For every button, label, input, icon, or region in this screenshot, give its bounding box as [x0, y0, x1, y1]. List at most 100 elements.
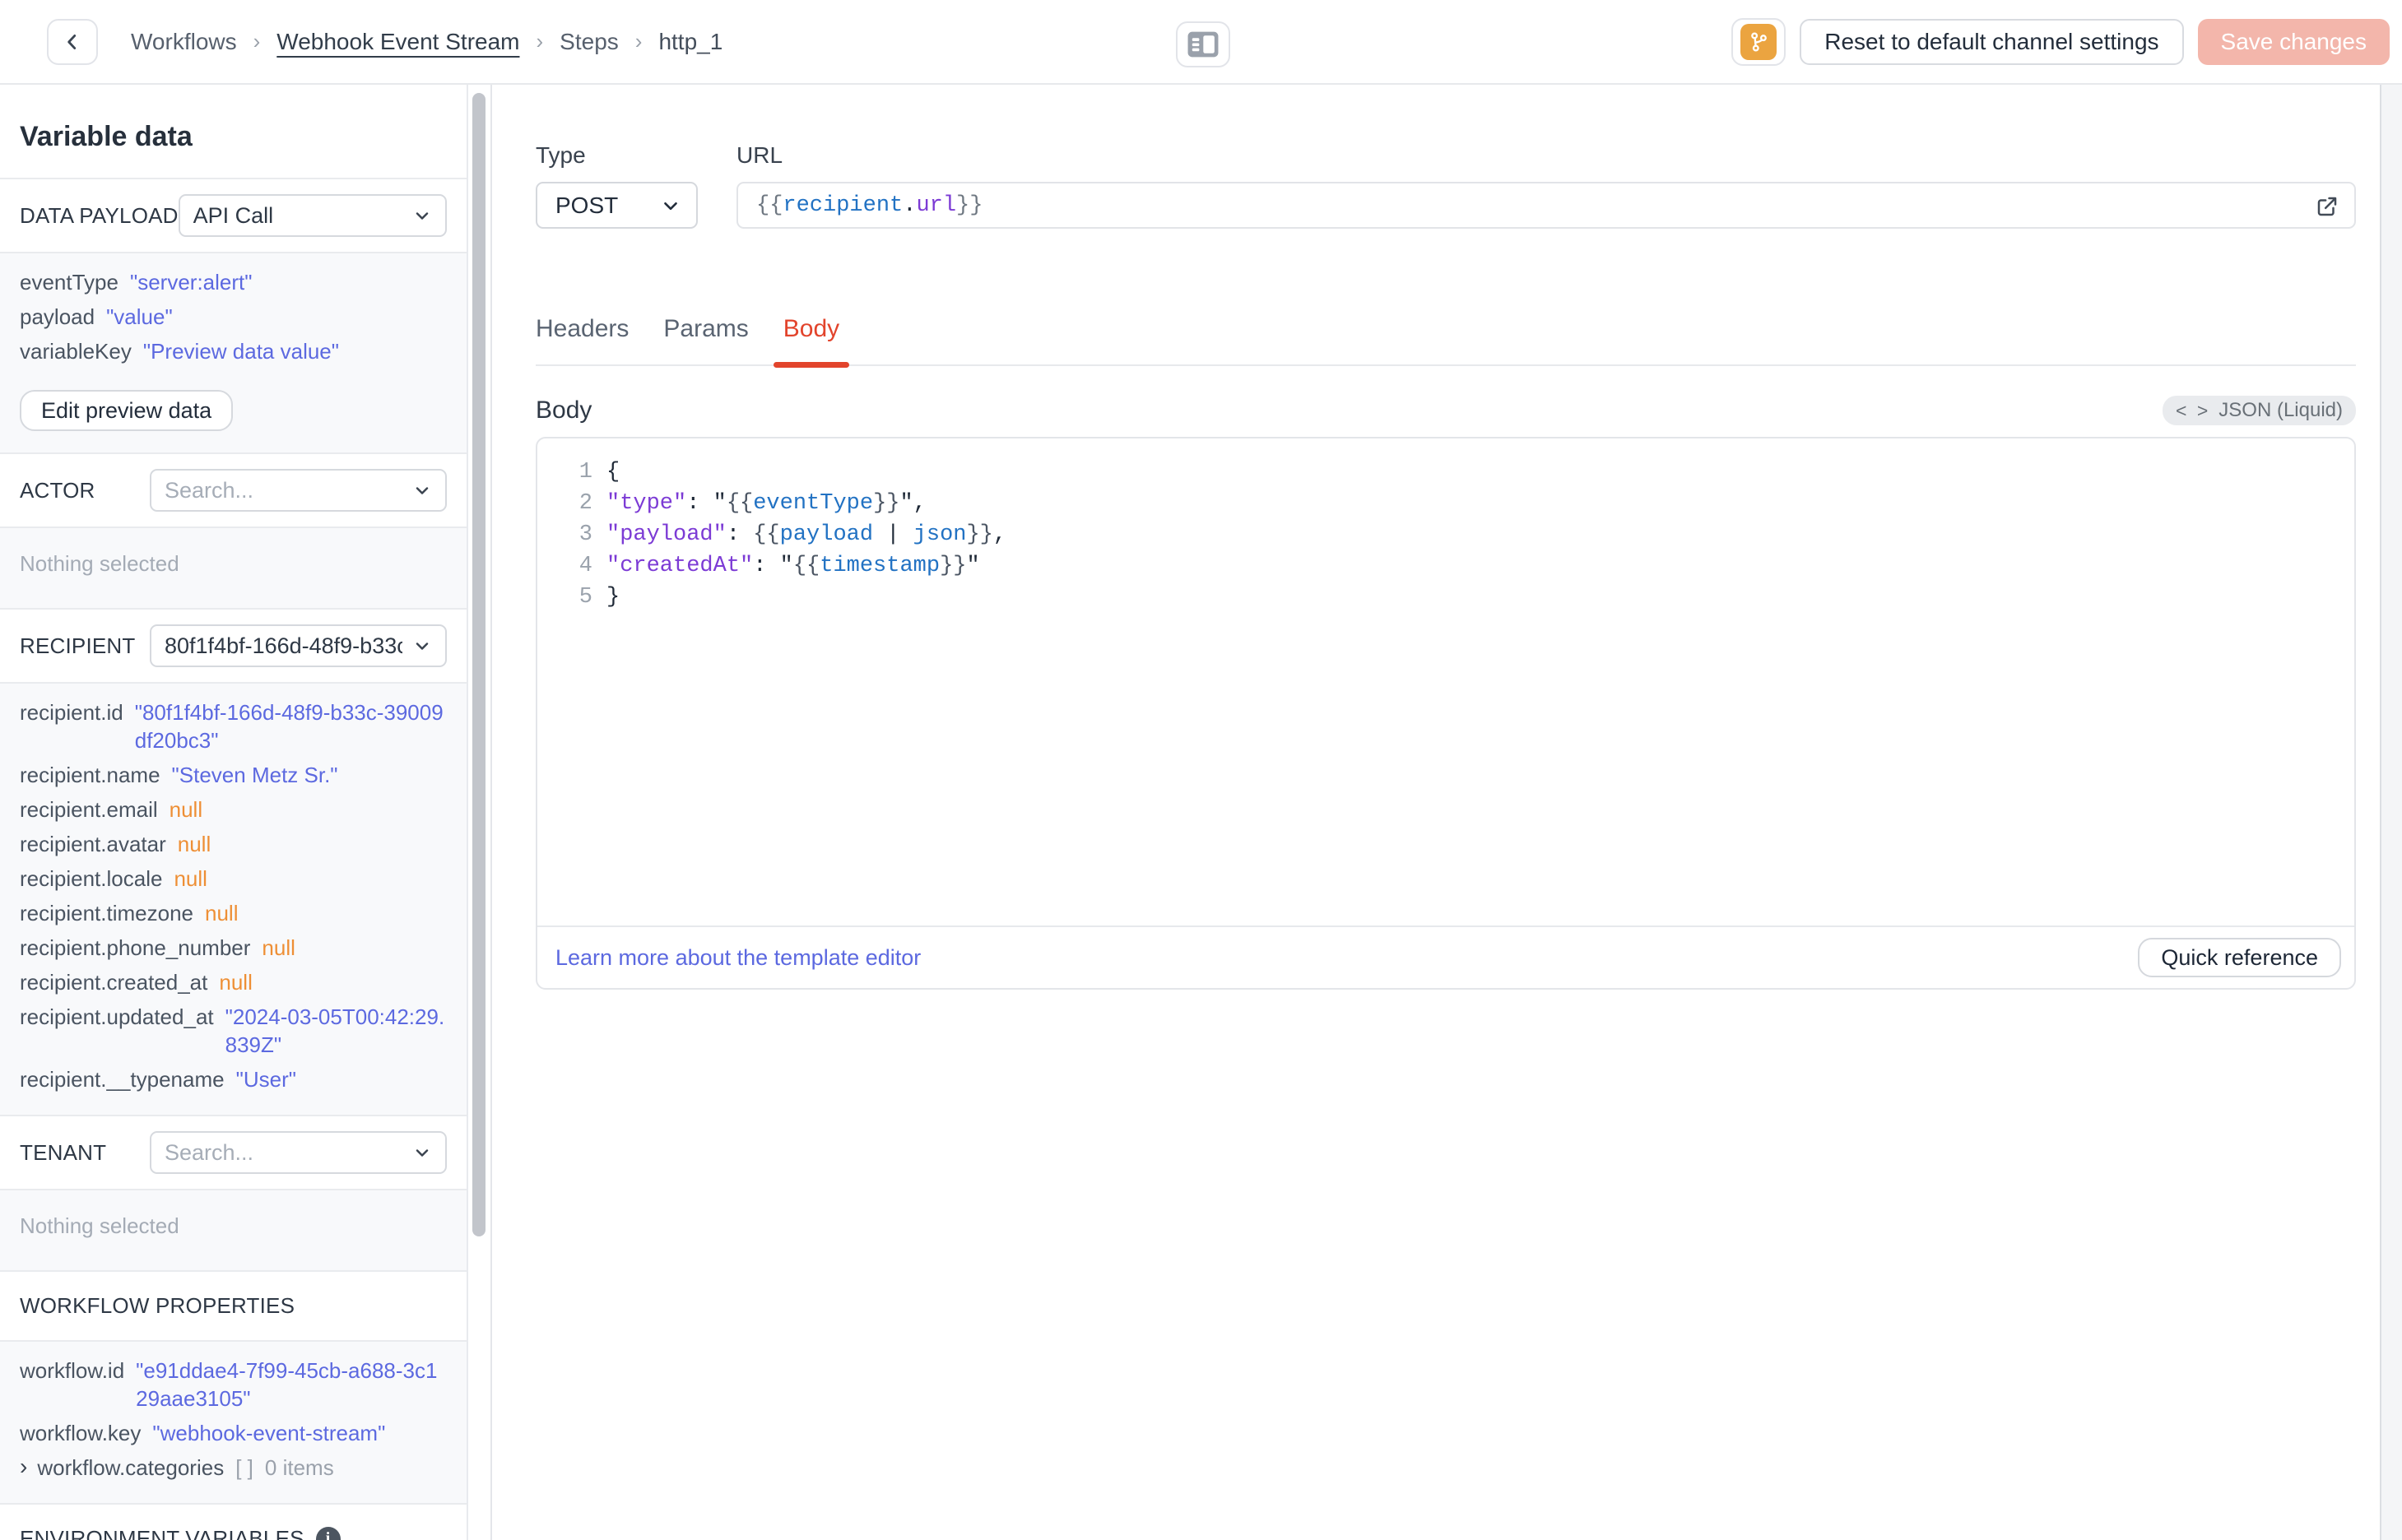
kv-row: recipient.email null [20, 796, 447, 823]
breadcrumb: Workflows › Webhook Event Stream › Steps… [131, 29, 722, 55]
environment-variables-heading: ENVIRONMENT VARIABLES i [0, 1505, 467, 1540]
tab-params[interactable]: Params [663, 315, 748, 364]
url-label: URL [736, 142, 783, 168]
side-panel-toggle-button[interactable] [1176, 21, 1230, 67]
kv-key: workflow.categories [37, 1455, 225, 1480]
kv-row: workflow.key "webhook-event-stream" [20, 1419, 447, 1447]
save-changes-button[interactable]: Save changes [2197, 18, 2390, 65]
tab-headers[interactable]: Headers [536, 315, 629, 364]
quick-reference-button[interactable]: Quick reference [2138, 938, 2341, 977]
kv-value: "2024-03-05T00:42:29.839Z" [225, 1004, 445, 1057]
tenant-row: TENANT Search... [0, 1116, 467, 1190]
method-selected-value: POST [555, 192, 619, 218]
sidebar-title: Variable data [0, 85, 467, 179]
breadcrumb-steps[interactable]: Steps [560, 29, 619, 55]
kv-key: recipient.id [20, 700, 123, 725]
edit-preview-data-button[interactable]: Edit preview data [20, 390, 234, 431]
kv-key: recipient.avatar [20, 832, 166, 856]
recipient-selected-value: 80f1f4bf-166d-48f9-b33c [165, 633, 402, 658]
kv-value: "Steven Metz Sr." [171, 763, 338, 787]
url-input[interactable]: {{recipient.url}} [736, 182, 2356, 229]
code-text: "payload": {{payload | json}}, [606, 522, 1007, 547]
body-section-label: Body [536, 397, 592, 424]
kv-key: recipient.updated_at [20, 1004, 214, 1029]
kv-value: null [262, 935, 295, 960]
data-payload-preview-section: eventType "server:alert" payload "value" var… [0, 253, 467, 454]
editor-footer: Learn more about the template editor Qui… [537, 925, 2354, 988]
external-link-icon[interactable] [2315, 194, 2339, 219]
kv-value: null [177, 832, 211, 856]
chevron-down-icon [412, 480, 432, 500]
kv-value: "server:alert" [129, 270, 253, 295]
environment-variables-label: ENVIRONMENT VARIABLES [20, 1526, 304, 1540]
request-tabs: Headers Params Body [536, 315, 2356, 368]
kv-row: recipient.name "Steven Metz Sr." [20, 761, 447, 789]
chevron-down-icon [660, 195, 681, 216]
kv-row: payload "value" [20, 303, 447, 331]
tenant-label: TENANT [20, 1139, 107, 1165]
line-number: 3 [578, 522, 592, 547]
top-bar: Workflows › Webhook Event Stream › Steps… [0, 0, 2402, 85]
code-line: 5 } [537, 582, 2354, 613]
reset-channel-settings-button[interactable]: Reset to default channel settings [1800, 18, 2184, 65]
kv-value: "webhook-event-stream" [152, 1421, 386, 1445]
commit-changes-button[interactable] [1731, 17, 1786, 66]
back-button[interactable] [47, 18, 98, 65]
data-payload-kv-list: eventType "server:alert" payload "value" var… [20, 268, 447, 365]
kv-key: recipient.name [20, 763, 160, 787]
kv-row: variableKey "Preview data value" [20, 337, 447, 365]
kv-row: recipient.updated_at "2024-03-05T00:42:29… [20, 1003, 447, 1059]
data-payload-selected-value: API Call [193, 202, 274, 228]
request-config-row: Type POST URL {{recipient.url}} [536, 142, 2356, 229]
chevron-down-icon [412, 1143, 432, 1162]
breadcrumb-workflow-name[interactable]: Webhook Event Stream [276, 29, 519, 55]
language-badge-label: JSON (Liquid) [2218, 399, 2343, 421]
actor-search-select[interactable]: Search... [150, 469, 447, 512]
kv-row: recipient.timezone null [20, 899, 447, 927]
template-editor-docs-link[interactable]: Learn more about the template editor [555, 945, 921, 971]
code-line: 3 "payload": {{payload | json}}, [537, 519, 2354, 550]
variable-data-sidebar: Variable data DATA PAYLOAD API Call even… [0, 85, 492, 1540]
kv-key: variableKey [20, 339, 132, 364]
git-branch-icon [1740, 23, 1777, 60]
kv-row: recipient.__typename "User" [20, 1065, 447, 1093]
data-payload-label: DATA PAYLOAD [20, 202, 179, 228]
line-number: 5 [578, 585, 592, 610]
info-icon[interactable]: i [315, 1526, 341, 1540]
breadcrumb-workflows[interactable]: Workflows [131, 29, 237, 55]
kv-key: workflow.key [20, 1421, 142, 1445]
code-text: { [606, 460, 620, 485]
workflow-properties-section: workflow.id "e91ddae4-7f99-45cb-a688-3c12… [0, 1342, 467, 1505]
tenant-search-select[interactable]: Search... [150, 1131, 447, 1174]
top-bar-actions: Reset to default channel settings Save c… [1731, 17, 2390, 66]
url-column: URL {{recipient.url}} [736, 142, 2356, 229]
breadcrumb-separator: › [634, 29, 643, 53]
actor-label: ACTOR [20, 477, 95, 503]
kv-key: payload [20, 304, 95, 329]
collapsed-right-rail[interactable] [2380, 85, 2402, 1540]
panel-layout-icon [1187, 30, 1220, 58]
kv-row: recipient.id "80f1f4bf-166d-48f9-b33c-390… [20, 698, 447, 754]
kv-value: "80f1f4bf-166d-48f9-b33c-39009df20bc3" [134, 700, 444, 753]
kv-value: "User" [235, 1067, 296, 1092]
expand-chevron-icon[interactable]: › [20, 1454, 27, 1480]
line-number: 4 [578, 554, 592, 578]
kv-value: "value" [106, 304, 173, 329]
kv-row: eventType "server:alert" [20, 268, 447, 296]
type-label: Type [536, 142, 586, 168]
tenant-search-placeholder: Search... [165, 1139, 254, 1165]
kv-value: [ ] [235, 1455, 253, 1480]
request-editor-main: Type POST URL {{recipient.url}} Headers … [492, 85, 2380, 1540]
recipient-select[interactable]: 80f1f4bf-166d-48f9-b33c [150, 624, 447, 667]
kv-value: null [169, 797, 203, 822]
method-select[interactable]: POST [536, 182, 698, 229]
workflow-kv-list: workflow.id "e91ddae4-7f99-45cb-a688-3c12… [20, 1357, 447, 1482]
sidebar-scrollbar[interactable] [472, 93, 486, 1236]
code-line: 1 { [537, 457, 2354, 488]
code-editor[interactable]: 1 { 2 "type": "{{eventType}}", 3 "payloa… [537, 438, 2354, 925]
data-payload-select[interactable]: API Call [178, 194, 447, 237]
line-number: 2 [578, 491, 592, 516]
tab-body[interactable]: Body [773, 315, 850, 368]
workflow-properties-label: WORKFLOW PROPERTIES [20, 1293, 295, 1318]
breadcrumb-separator: › [536, 29, 544, 53]
